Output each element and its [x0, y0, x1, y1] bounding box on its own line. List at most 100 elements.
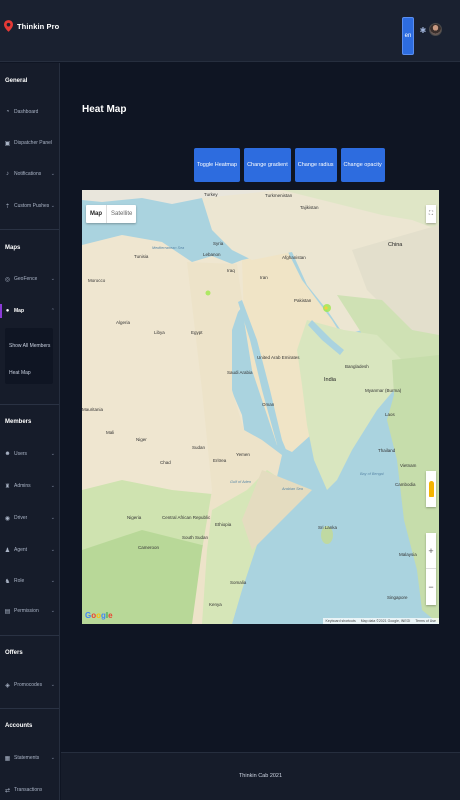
map-type-control: Map Satellite [86, 205, 137, 223]
zoom-control: + − [426, 533, 436, 605]
map-label-libya: Libya [154, 330, 165, 335]
heatmap-controls: Toggle Heatmap Change gradient Change ra… [194, 148, 385, 182]
map-label-nigeria: Nigeria [127, 515, 142, 520]
brand-logo-icon [4, 20, 13, 32]
driver-icon: ◉ [4, 515, 11, 522]
sidebar-divider [0, 229, 59, 230]
sidebar-item-label: Custom Pushes [14, 203, 50, 209]
chevron-down-icon: ⌄ [50, 451, 55, 457]
map-label-laos: Laos [385, 412, 395, 417]
map-label-india: India [324, 377, 336, 383]
map-label-sri-lanka: Sri Lanka [318, 525, 338, 530]
map-label-kenya: Kenya [209, 602, 222, 607]
footer-text: Thinkin Cab 2021 [238, 773, 283, 779]
change-gradient-button[interactable]: Change gradient [244, 148, 291, 182]
sidebar-item-map[interactable]: ● Map ⌃ [0, 304, 59, 318]
sidebar-item-custom-pushes[interactable]: ⇡ Custom Pushes ⌄ [0, 199, 59, 213]
top-bar: Thinkin Pro en ✱ [0, 0, 460, 62]
sidebar-divider [0, 404, 59, 405]
sidebar-item-agent[interactable]: ♟ Agent ⌄ [0, 543, 59, 557]
gear-icon[interactable]: ✱ [418, 26, 428, 35]
terms-link[interactable]: Terms of Use [415, 619, 436, 623]
map-label-cambodia: Cambodia [395, 482, 416, 487]
map-label-afghanistan: Afghanistan [282, 255, 306, 260]
sidebar-item-role[interactable]: ♞ Role ⌄ [0, 574, 59, 588]
map-label-saudi-arabia: Saudi Arabia [227, 370, 253, 375]
map-label-china: China [388, 242, 403, 248]
chevron-down-icon: ⌄ [50, 203, 55, 209]
map-type-satellite-button[interactable]: Satellite [107, 205, 136, 223]
users-icon: ☻ [4, 451, 11, 457]
change-radius-button[interactable]: Change radius [294, 148, 337, 182]
chevron-down-icon: ⌄ [50, 483, 55, 489]
admin-icon: ♜ [4, 483, 11, 490]
map-label-mediterranean: Mediterranean Sea [152, 246, 185, 250]
submenu-show-all-members[interactable]: Show All Members [9, 343, 50, 349]
footer: Thinkin Cab 2021 [61, 752, 460, 800]
submenu-heat-map[interactable]: Heat Map [9, 370, 31, 376]
bell-icon: ♪ [6, 171, 9, 177]
map-label-morocco: Morocco [88, 278, 106, 283]
sidebar-item-label: Statements [14, 755, 40, 761]
sidebar-item-dispatcher[interactable]: ▣ Dispatcher Panel | Auto [0, 136, 59, 150]
tag-icon: ◈ [5, 682, 10, 689]
map-label-mauritania: Mauritania [82, 407, 104, 412]
map-label-pakistan: Pakistan [294, 298, 312, 303]
map-label-chad: Chad [160, 460, 171, 465]
sidebar-item-permission[interactable]: ▤ Permission ⌄ [0, 604, 59, 618]
sidebar-item-admins[interactable]: ♜ Admins ⌄ [0, 479, 59, 493]
sidebar-item-label: Agent [14, 547, 28, 553]
chevron-down-icon: ⌄ [50, 547, 55, 553]
sidebar-item-driver[interactable]: ◉ Driver ⌄ [0, 511, 59, 525]
map-label-singapore: Singapore [387, 595, 408, 600]
sidebar-item-label: Promocodes [14, 682, 43, 688]
map-label-mali: Mali [106, 430, 115, 435]
sidebar-item-geofence[interactable]: ◎ GeoFence ⌄ [0, 272, 59, 286]
sidebar-item-dashboard[interactable]: ◔ Dashboard [0, 105, 59, 119]
map-label-thailand: Thailand [378, 448, 396, 453]
change-opacity-button[interactable]: Change opacity [340, 148, 385, 182]
zoom-out-button[interactable]: − [426, 569, 436, 605]
map-label-yemen: Yemen [236, 452, 250, 457]
sidebar-item-notifications[interactable]: ♪ Notifications ⌄ [0, 167, 59, 181]
agent-icon: ♟ [4, 547, 11, 554]
sidebar-divider [0, 635, 59, 636]
sidebar-item-label: Admins [14, 483, 31, 489]
map-label-egypt: Egypt [191, 330, 203, 335]
map-label-turkey: Turkey [204, 192, 218, 197]
toggle-heatmap-button[interactable]: Toggle Heatmap [194, 148, 241, 182]
gauge-icon: ◔ [5, 109, 10, 115]
lock-icon: ▤ [4, 608, 11, 615]
brand-name: Thinkin Pro [17, 21, 60, 31]
sidebar-item-label: Map [14, 308, 24, 314]
brand[interactable]: Thinkin Pro [4, 20, 59, 32]
sidebar-section-general: General [5, 78, 28, 84]
chevron-down-icon: ⌄ [50, 578, 55, 584]
avatar[interactable] [429, 23, 442, 36]
language-button[interactable]: en [402, 17, 414, 55]
sidebar-item-promocodes[interactable]: ◈ Promocodes ⌄ [0, 678, 59, 692]
zoom-in-button[interactable]: + [426, 533, 436, 569]
role-icon: ♞ [4, 578, 11, 585]
map-label-bay-of-bengal: Bay of Bengal [360, 472, 384, 476]
map-label-arabian-sea: Arabian Sea [282, 487, 303, 491]
sidebar: General ◔ Dashboard ▣ Dispatcher Panel |… [0, 63, 60, 800]
map-label-gulf-of-aden: Gulf of Aden [230, 480, 251, 484]
sidebar-item-label: Users [14, 451, 28, 457]
sidebar-item-label: GeoFence [14, 276, 38, 282]
chevron-down-icon: ⌄ [50, 515, 55, 521]
sidebar-item-users[interactable]: ☻ Users ⌄ [0, 447, 59, 461]
fullscreen-icon[interactable]: ⛶ [426, 205, 436, 223]
map-type-map-button[interactable]: Map [86, 205, 107, 223]
pegman-icon[interactable] [426, 471, 436, 507]
sidebar-item-transactions[interactable]: ⇄ Transactions [0, 783, 59, 797]
map-attribution: Keyboard shortcuts Map data ©2021 Google… [322, 618, 439, 624]
map-label-uae: United Arab Emirates [257, 355, 300, 360]
push-icon: ⇡ [4, 203, 11, 210]
heat-map[interactable]: Turkey Turkmenistan Tajikistan Tunisia M… [82, 190, 439, 624]
sidebar-item-statements[interactable]: ▦ Statements ⌄ [0, 751, 59, 765]
google-logo-icon: Google [85, 611, 113, 620]
map-label-iraq: Iraq [227, 268, 235, 273]
sidebar-section-offers: Offers [5, 650, 23, 656]
keyboard-shortcuts-link[interactable]: Keyboard shortcuts [326, 619, 356, 623]
